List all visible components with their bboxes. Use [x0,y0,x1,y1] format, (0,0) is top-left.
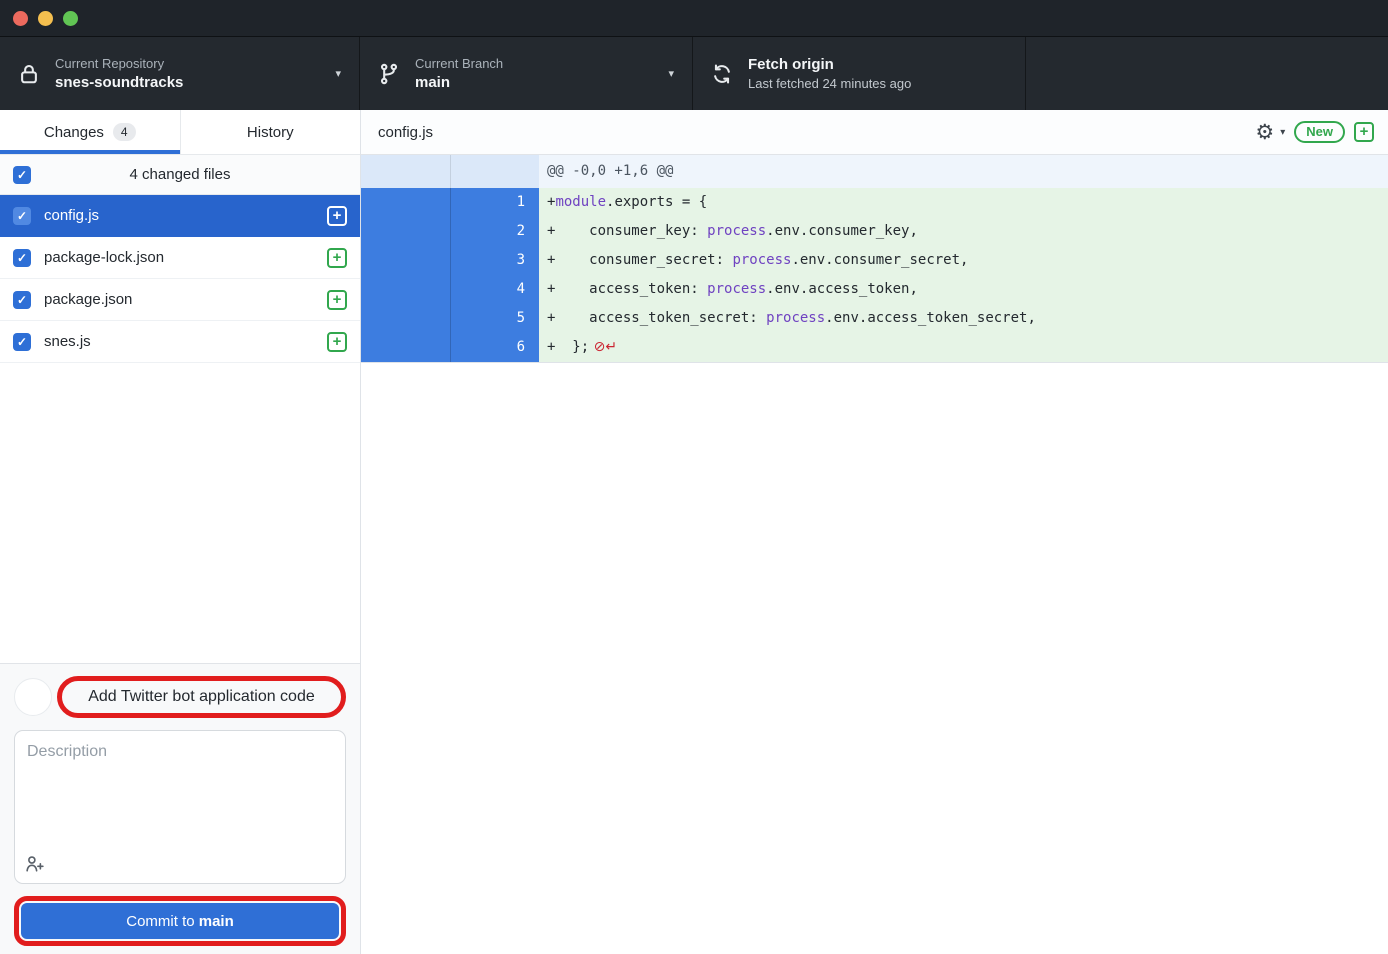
hunk-header: @@ -0,0 +1,6 @@ [539,155,1388,188]
file-row[interactable]: ✓ config.js + [0,195,360,237]
gutter-old-line-number[interactable] [361,304,451,333]
tab-history-label: History [247,124,294,141]
diff-code: +module.exports = { [539,188,1388,217]
summary-red-annotation: Add Twitter bot application code [57,676,346,718]
diff-hunk-row: @@ -0,0 +1,6 @@ [361,155,1388,188]
diff-header: config.js ⚙ ▾ New + [361,110,1388,155]
chevron-down-icon: ▾ [335,67,341,80]
file-name: config.js [44,207,99,224]
chevron-down-icon: ▾ [668,67,674,80]
file-row[interactable]: ✓ package.json + [0,279,360,321]
file-list: ✓ config.js + ✓ package-lock.json + ✓ package.j… [0,195,360,363]
gutter-new-line-number[interactable]: 3 [451,246,539,275]
branch-label: Current Branch [415,56,660,71]
gutter-new-line-number[interactable]: 6 [451,333,539,362]
file-checkbox[interactable]: ✓ [13,291,31,309]
gutter-new-line-number[interactable]: 4 [451,275,539,304]
current-branch-dropdown[interactable]: Current Branch main ▾ [360,37,693,110]
branch-icon [378,63,400,85]
file-added-icon: + [327,332,347,352]
maximize-button[interactable] [63,11,78,26]
diff-line[interactable]: 6+ }; ⊘↵ [361,333,1388,362]
chevron-down-icon[interactable]: ▾ [1280,127,1285,138]
diff-code: + access_token_secret: process.env.acces… [539,304,1388,333]
diff-code: + }; ⊘↵ [539,333,1388,362]
file-checkbox[interactable]: ✓ [13,333,31,351]
gutter-new-line-number[interactable]: 5 [451,304,539,333]
tab-changes-label: Changes [44,124,104,141]
commit-button-prefix: Commit to [126,913,199,930]
file-row[interactable]: ✓ package-lock.json + [0,237,360,279]
close-button[interactable] [13,11,28,26]
gutter-old-line-number[interactable] [361,246,451,275]
changed-files-label: 4 changed files [130,166,231,183]
file-row[interactable]: ✓ snes.js + [0,321,360,363]
commit-button-branch: main [199,913,234,930]
github-desktop-window: Current Repository snes-soundtracks ▾ Cu… [0,0,1388,954]
gutter-new-line-number[interactable]: 1 [451,188,539,217]
diff-line[interactable]: 1+module.exports = { [361,188,1388,217]
gutter-old-line-number[interactable] [361,333,451,362]
added-file-icon: + [1354,122,1374,142]
changed-files-header: ✓ 4 changed files [0,155,360,195]
avatar [14,678,52,716]
diff-lines: @@ -0,0 +1,6 @@1+module.exports = {2+ co… [361,155,1388,363]
gutter-old [361,155,451,188]
gutter-old-line-number[interactable] [361,217,451,246]
sync-icon [711,63,733,85]
file-checkbox[interactable]: ✓ [13,249,31,267]
file-name: snes.js [44,333,91,350]
file-name: package.json [44,291,132,308]
repository-label: Current Repository [55,56,327,71]
file-added-icon: + [327,290,347,310]
minimize-button[interactable] [38,11,53,26]
new-file-badge: New [1294,121,1345,143]
diff-empty-space [361,363,1388,954]
file-added-icon: + [327,248,347,268]
toolbar-filler [1026,37,1388,110]
titlebar [0,0,1388,37]
commit-red-annotation: Commit to main [14,896,346,946]
fetch-origin-button[interactable]: Fetch origin Last fetched 24 minutes ago [693,37,1026,110]
tab-changes[interactable]: Changes 4 [0,110,180,154]
sidebar-tabs: Changes 4 History [0,110,360,155]
add-coauthor-icon[interactable] [25,854,45,874]
diff-line[interactable]: 4+ access_token: process.env.access_toke… [361,275,1388,304]
select-all-checkbox[interactable]: ✓ [13,166,31,184]
diff-file-title: config.js [378,124,433,141]
repository-name: snes-soundtracks [55,74,327,91]
file-added-icon: + [327,206,347,226]
gutter-old-line-number[interactable] [361,188,451,217]
diff-code: + access_token: process.env.access_token… [539,275,1388,304]
diff-pane: config.js ⚙ ▾ New + @@ -0,0 +1,6 @@1+mod… [361,110,1388,954]
diff-code: + consumer_secret: process.env.consumer_… [539,246,1388,275]
fetch-title: Fetch origin [748,56,1007,73]
gear-icon[interactable]: ⚙ [1255,122,1274,143]
changes-count-badge: 4 [113,123,136,141]
branch-name: main [415,74,660,91]
sidebar: Changes 4 History ✓ 4 changed files ✓ con… [0,110,361,954]
summary-input[interactable]: Add Twitter bot application code [88,688,315,705]
lock-icon [18,63,40,85]
current-repository-dropdown[interactable]: Current Repository snes-soundtracks ▾ [0,37,360,110]
traffic-lights [13,11,78,26]
gutter-old-line-number[interactable] [361,275,451,304]
gutter-new-line-number[interactable]: 2 [451,217,539,246]
diff-line[interactable]: 2+ consumer_key: process.env.consumer_ke… [361,217,1388,246]
gutter-new [451,155,539,188]
fetch-subtitle: Last fetched 24 minutes ago [748,76,1007,91]
file-list-empty-space [0,363,360,663]
diff-line[interactable]: 5+ access_token_secret: process.env.acce… [361,304,1388,333]
file-checkbox[interactable]: ✓ [13,207,31,225]
description-input[interactable] [14,730,346,884]
file-name: package-lock.json [44,249,164,266]
diff-code: + consumer_key: process.env.consumer_key… [539,217,1388,246]
toolbar: Current Repository snes-soundtracks ▾ Cu… [0,37,1388,110]
commit-area: Add Twitter bot application code [0,663,360,954]
diff-line[interactable]: 3+ consumer_secret: process.env.consumer… [361,246,1388,275]
tab-history[interactable]: History [180,110,361,154]
commit-button[interactable]: Commit to main [21,903,339,939]
no-newline-icon: ⊘↵ [589,339,617,355]
